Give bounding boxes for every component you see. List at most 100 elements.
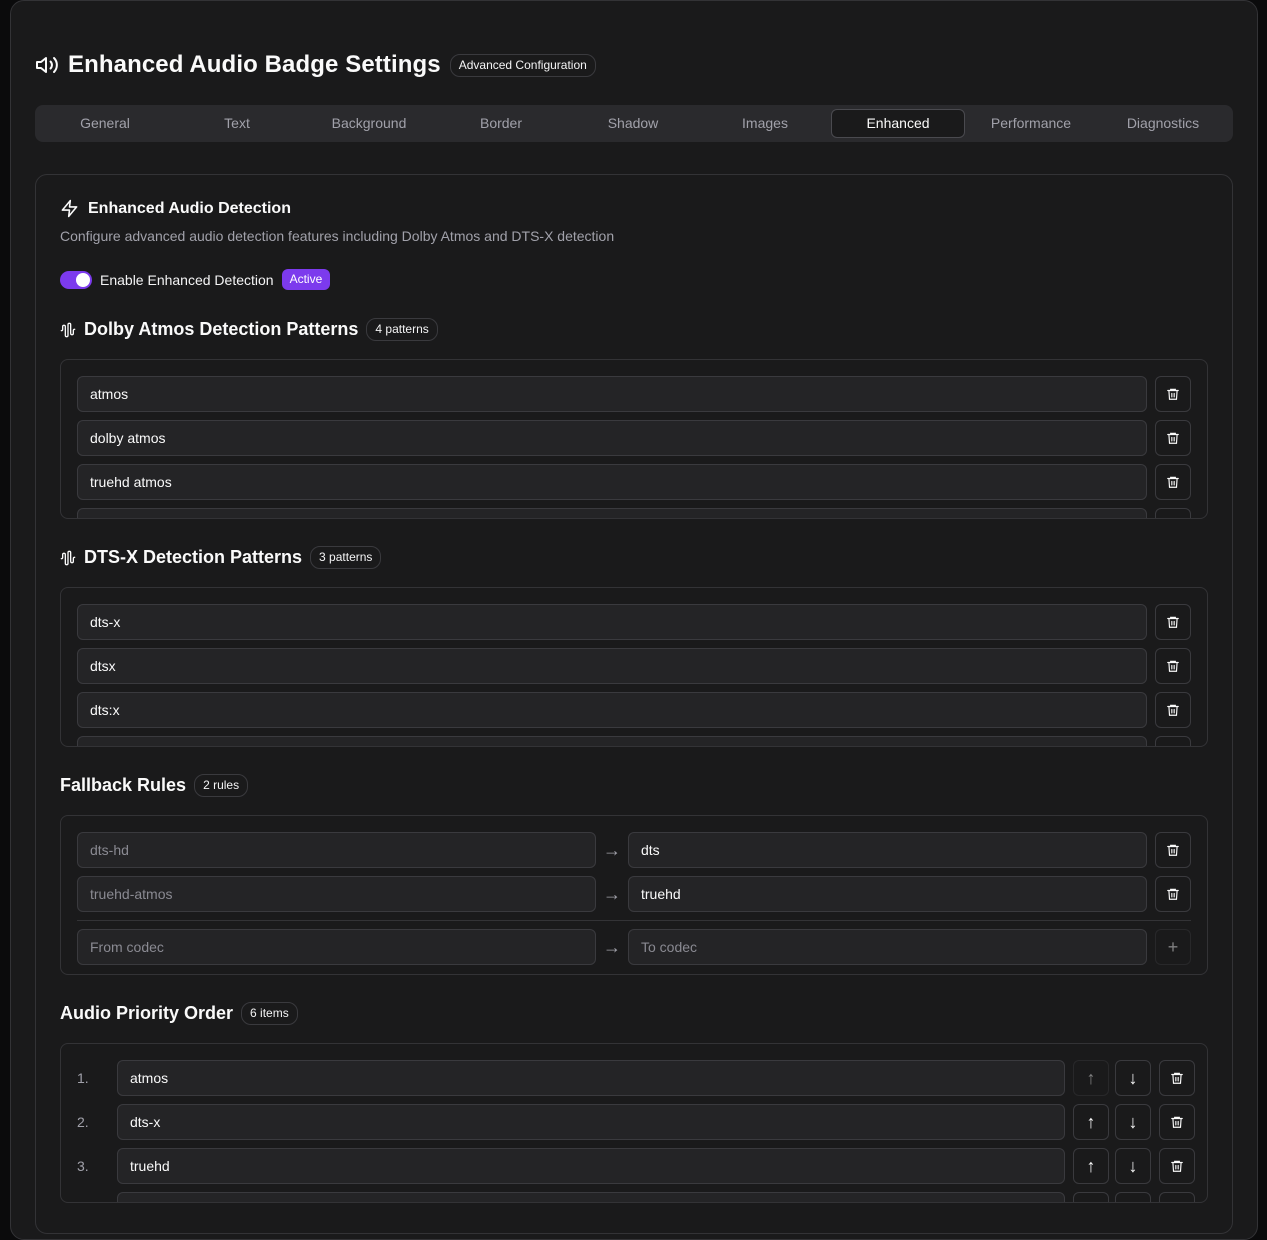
delete-button[interactable] [1155,464,1191,500]
dtsx-count-badge: 3 patterns [310,546,382,569]
trash-icon [1167,844,1179,856]
dtsx-pattern-input[interactable]: dts-x [77,604,1147,640]
dolby-section-header: Dolby Atmos Detection Patterns 4 pattern… [60,318,438,341]
delete-button[interactable] [1155,376,1191,412]
tab-bar: General Text Background Border Shadow Im… [35,105,1233,142]
divider [77,920,1191,921]
priority-index: 3. [77,1158,89,1174]
move-up-button[interactable] [1073,1192,1109,1202]
delete-button[interactable] [1159,1192,1195,1202]
enhanced-detection-switch[interactable] [60,270,92,289]
delete-button[interactable] [1155,876,1191,912]
to-codec-input[interactable]: To codec [628,929,1147,965]
delete-button[interactable] [1159,1060,1195,1096]
priority-list: 1. atmos ↑ ↓ 2. dts-x ↑ ↓ 3. truehd ↑ ↓ [60,1043,1208,1203]
tab-text[interactable]: Text [171,109,303,138]
plus-icon: + [1167,937,1179,957]
dolby-pattern-input[interactable]: dolby atmos [77,420,1147,456]
dolby-pattern-input[interactable]: truehd atmos [77,464,1147,500]
dtsx-pattern-input[interactable]: dts:x [77,692,1147,728]
dolby-pattern-input[interactable] [77,508,1147,518]
delete-button[interactable] [1155,508,1191,518]
arrow-right-icon: → [603,883,621,904]
table-row: dts-hd → dts [77,832,1191,868]
dolby-section-title: Dolby Atmos Detection Patterns [84,319,359,339]
fallback-from-input[interactable]: dts-hd [77,832,596,868]
waveform-icon [60,322,76,337]
card-title: Enhanced Audio Detection [60,199,291,218]
list-item: dolby atmos [77,420,1191,456]
arrow-down-icon: ↓ [1128,1156,1138,1176]
list-item: truehd atmos [77,464,1191,500]
delete-button[interactable] [1159,1148,1195,1184]
config-badge: Advanced Configuration [449,53,596,77]
fallback-to-input[interactable]: truehd [628,876,1147,912]
priority-section-header: Audio Priority Order 6 items [60,1002,298,1025]
delete-button[interactable] [1159,1104,1195,1140]
add-rule-button[interactable]: + [1155,929,1191,965]
fallback-count-badge: 2 rules [194,774,249,797]
enhanced-detection-card: Enhanced Audio Detection Configure advan… [35,174,1233,1234]
delete-button[interactable] [1155,736,1191,746]
fallback-section-title: Fallback Rules [60,775,187,795]
list-item: 1. atmos ↑ ↓ [77,1060,1195,1096]
delete-button[interactable] [1155,832,1191,868]
arrow-down-icon: ↓ [1128,1112,1138,1132]
tab-general[interactable]: General [39,109,171,138]
move-down-button[interactable]: ↓ [1115,1060,1151,1096]
fallback-rule-list: dts-hd → dts truehd-atmos → truehd From … [60,815,1208,975]
fallback-from-input[interactable]: truehd-atmos [77,876,596,912]
list-item: dtsx [77,648,1191,684]
priority-input[interactable]: truehd [117,1148,1065,1184]
tab-performance[interactable]: Performance [965,109,1097,138]
move-down-button[interactable] [1115,1192,1151,1202]
trash-icon [1167,432,1179,444]
priority-index: 2. [77,1114,89,1130]
lightning-icon [61,199,78,218]
move-up-button[interactable]: ↑ [1073,1104,1109,1140]
arrow-up-icon: ↑ [1086,1112,1096,1132]
dtsx-pattern-input[interactable]: dtsx [77,648,1147,684]
tab-diagnostics[interactable]: Diagnostics [1097,109,1229,138]
from-codec-input[interactable]: From codec [77,929,596,965]
dtsx-section-title: DTS-X Detection Patterns [84,547,303,567]
delete-button[interactable] [1155,420,1191,456]
list-item [77,736,1191,746]
dtsx-pattern-input[interactable] [77,736,1147,746]
arrow-right-icon: → [603,839,621,860]
page-header: Enhanced Audio Badge Settings Advanced C… [35,51,596,79]
fallback-to-input[interactable]: dts [628,832,1147,868]
priority-input[interactable] [117,1192,1065,1202]
delete-button[interactable] [1155,648,1191,684]
move-down-button[interactable]: ↓ [1115,1148,1151,1184]
card-description: Configure advanced audio detection featu… [60,228,615,244]
move-up-button[interactable]: ↑ [1073,1060,1109,1096]
trash-icon [1167,616,1179,628]
priority-index: 1. [77,1070,89,1086]
tab-images[interactable]: Images [699,109,831,138]
move-down-button[interactable]: ↓ [1115,1104,1151,1140]
list-item [77,1192,1195,1202]
trash-icon [1167,660,1179,672]
settings-window: Enhanced Audio Badge Settings Advanced C… [10,0,1258,1240]
enhanced-detection-label: Enable Enhanced Detection [100,271,274,288]
card-title-text: Enhanced Audio Detection [88,199,291,217]
new-rule-row: From codec → To codec + [77,929,1191,965]
priority-section-title: Audio Priority Order [60,1003,234,1023]
status-badge: Active [281,269,331,290]
list-item [77,508,1191,518]
tab-border[interactable]: Border [435,109,567,138]
move-up-button[interactable]: ↑ [1073,1148,1109,1184]
dolby-pattern-input[interactable]: atmos [77,376,1147,412]
list-item: dts-x [77,604,1191,640]
trash-icon [1167,476,1179,488]
delete-button[interactable] [1155,604,1191,640]
tab-shadow[interactable]: Shadow [567,109,699,138]
priority-input[interactable]: atmos [117,1060,1065,1096]
tab-enhanced[interactable]: Enhanced [831,109,965,138]
priority-input[interactable]: dts-x [117,1104,1065,1140]
tab-background[interactable]: Background [303,109,435,138]
delete-button[interactable] [1155,692,1191,728]
trash-icon [1171,1072,1183,1084]
trash-icon [1167,704,1179,716]
